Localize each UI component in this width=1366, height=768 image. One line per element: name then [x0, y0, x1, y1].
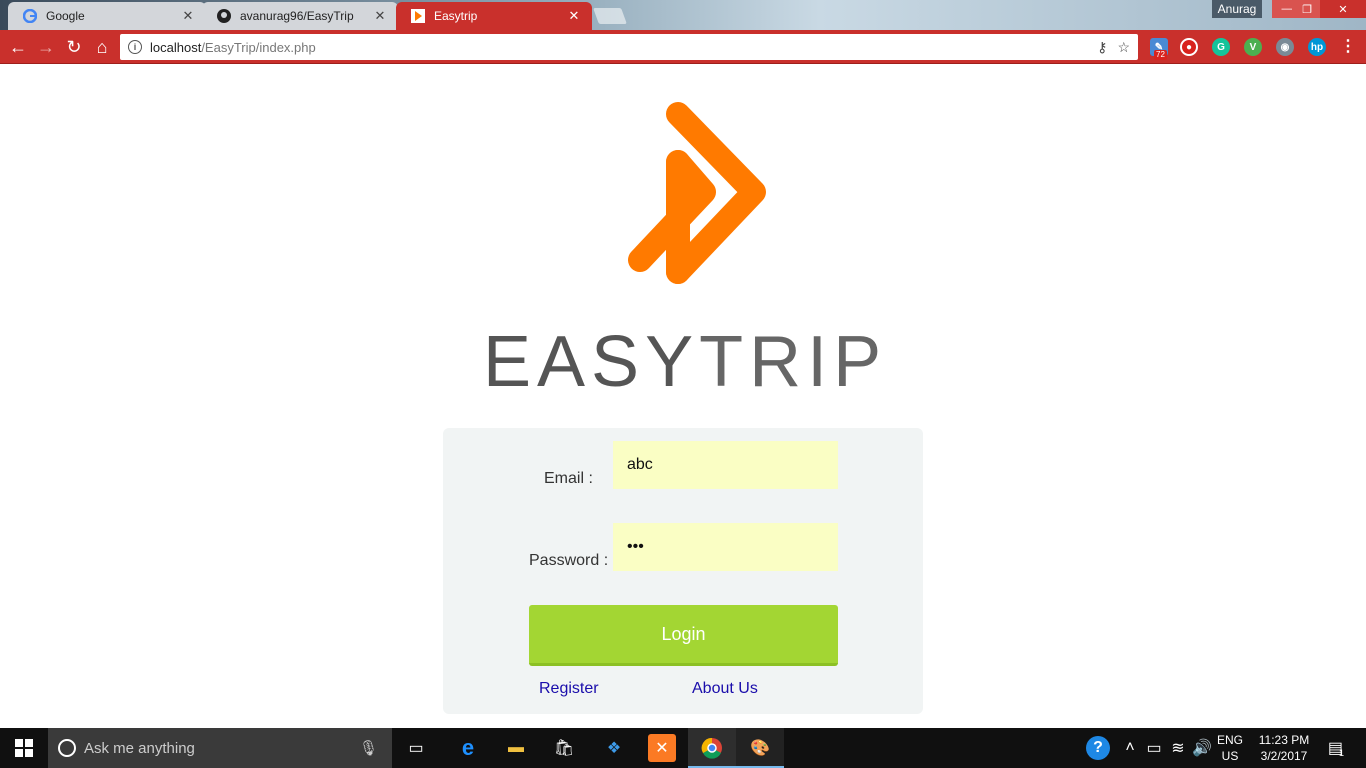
github-icon	[216, 8, 232, 24]
browser-toolbar: ← → ↻ ⌂ i localhost/EasyTrip/index.php ⚷…	[0, 30, 1366, 64]
windows-logo-icon	[15, 739, 33, 757]
notification-count: 1	[1339, 748, 1345, 758]
restore-button[interactable]: ❐	[1292, 0, 1322, 18]
task-view-icon[interactable]: ▭	[402, 734, 430, 762]
url-host: localhost	[150, 39, 202, 55]
lang-line2: US	[1221, 749, 1239, 763]
tab-title: Google	[46, 9, 85, 23]
cortana-search-box[interactable]: Ask me anything 🎙	[48, 728, 392, 768]
store-icon[interactable]: 🛍	[550, 734, 578, 762]
xampp-icon[interactable]: ✕	[648, 734, 676, 762]
paint-icon[interactable]: 🎨	[746, 734, 774, 762]
easytrip-logo-icon	[628, 102, 766, 284]
microphone-icon[interactable]: 🎙	[359, 739, 378, 757]
tab-google[interactable]: Google ✕	[8, 2, 206, 30]
home-icon: ⌂	[96, 36, 108, 57]
extension-shield-icon[interactable]: V	[1244, 38, 1262, 56]
chrome-icon[interactable]	[698, 734, 726, 762]
about-us-link[interactable]: About Us	[692, 680, 758, 698]
password-field[interactable]	[613, 523, 838, 571]
home-button[interactable]: ⌂	[90, 35, 114, 59]
brand-easy: EASY	[483, 322, 700, 402]
google-icon	[22, 8, 38, 24]
search-placeholder: Ask me anything	[84, 739, 195, 757]
notifications-icon[interactable]: ▤ 1	[1322, 734, 1350, 762]
arrow-left-icon: ←	[9, 36, 27, 57]
help-icon[interactable]: ?	[1086, 736, 1110, 760]
system-clock[interactable]: 11:23 PM 3/2/2017	[1244, 732, 1324, 764]
email-field[interactable]	[613, 441, 838, 489]
start-button[interactable]	[0, 728, 48, 768]
new-tab-button[interactable]	[593, 8, 627, 24]
profile-button[interactable]: Anurag	[1212, 0, 1262, 18]
dropbox-icon[interactable]: ❖	[600, 734, 628, 762]
reload-button[interactable]: ↻	[62, 35, 86, 59]
arrow-right-icon: →	[37, 36, 55, 57]
brand-trip: TRIP	[699, 322, 888, 402]
info-icon[interactable]: i	[128, 40, 142, 54]
windows-taskbar: Ask me anything 🎙 ▭ e ▬ 🛍 ❖ ✕ 🎨 ? ˄ ▭ ≋ …	[0, 728, 1366, 768]
email-label: Email :	[544, 470, 593, 487]
tab-github[interactable]: avanurag96/EasyTrip ✕	[202, 2, 398, 30]
forward-button[interactable]: →	[34, 35, 58, 59]
tab-close-icon[interactable]: ✕	[180, 8, 196, 24]
bookmark-star-icon[interactable]: ☆	[1117, 39, 1130, 56]
password-label: Password :	[529, 552, 609, 569]
extension-adblock-icon[interactable]: ●	[1180, 38, 1198, 56]
tab-easytrip[interactable]: Easytrip ✕	[396, 2, 592, 30]
tab-close-icon[interactable]: ✕	[566, 8, 582, 24]
browser-title-bar: Google ✕ avanurag96/EasyTrip ✕ Easytrip …	[0, 0, 1366, 30]
key-icon[interactable]: ⚷	[1097, 39, 1107, 56]
reload-icon: ↻	[66, 36, 82, 57]
cortana-icon	[58, 739, 76, 757]
edge-browser-icon[interactable]: e	[454, 734, 482, 762]
easytrip-favicon-icon	[410, 8, 426, 24]
url-path: /EasyTrip/index.php	[201, 39, 316, 55]
extension-location-icon[interactable]: ◉	[1276, 38, 1294, 56]
chrome-menu-icon[interactable]: ⋮	[1340, 38, 1356, 56]
clock-time: 11:23 PM	[1258, 733, 1310, 747]
back-button[interactable]: ←	[6, 35, 30, 59]
register-link[interactable]: Register	[539, 680, 599, 698]
clock-date: 3/2/2017	[1260, 749, 1308, 763]
extension-hp-icon[interactable]: hp	[1308, 38, 1326, 56]
login-button[interactable]: Login	[529, 605, 838, 666]
brand-wordmark: EASYTRIP	[483, 322, 883, 402]
volume-icon[interactable]: 🔊	[1188, 734, 1216, 762]
close-window-button[interactable]: ✕	[1320, 0, 1366, 18]
language-indicator[interactable]: ENG US	[1214, 732, 1246, 764]
extension-grammarly-icon[interactable]: G	[1212, 38, 1230, 56]
tab-title: Easytrip	[434, 9, 478, 23]
address-bar[interactable]: i localhost/EasyTrip/index.php ⚷ ☆	[120, 34, 1138, 60]
tab-close-icon[interactable]: ✕	[372, 8, 388, 24]
extension-badge: 72	[1154, 50, 1167, 60]
tab-title: avanurag96/EasyTrip	[240, 9, 354, 23]
file-explorer-icon[interactable]: ▬	[502, 734, 530, 762]
lang-line1: ENG	[1216, 733, 1243, 747]
